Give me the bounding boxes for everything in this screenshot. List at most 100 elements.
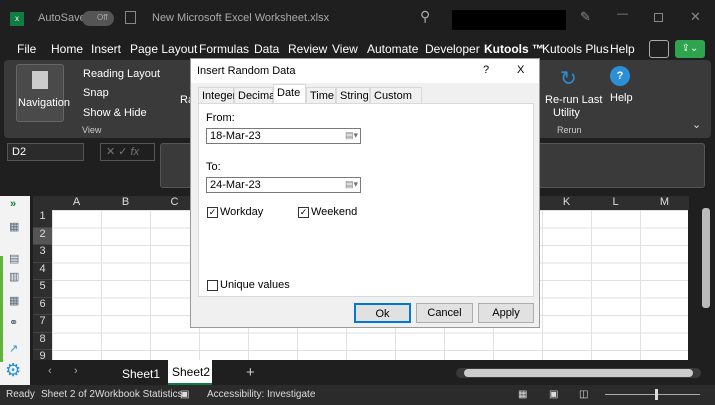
export-icon[interactable]: ↗: [9, 342, 18, 355]
autosave-label: AutoSave: [38, 12, 86, 24]
utility-label[interactable]: Utility: [553, 107, 580, 119]
menu-help[interactable]: Help: [610, 42, 635, 56]
menu-file[interactable]: File: [17, 42, 36, 56]
menu-kutools[interactable]: Kutools ™: [484, 42, 544, 56]
menu-developer[interactable]: Developer: [425, 42, 480, 56]
formula-buttons: ✕ ✓ fx: [100, 143, 155, 161]
column-header[interactable]: M: [640, 196, 689, 210]
menu-formulas[interactable]: Formulas: [199, 42, 249, 56]
vertical-scrollbar[interactable]: [700, 196, 712, 360]
insert-random-data-dialog: Insert Random Data ? X Integer Decimal Dat…: [190, 58, 540, 328]
collapse-ribbon-icon[interactable]: ⌄: [692, 118, 701, 131]
workbook-icon[interactable]: ▤: [9, 252, 19, 265]
from-date-field[interactable]: 18-Mar-23 ▤▾: [206, 128, 361, 144]
kutools-sidebar: » ▦ ▤ ▥ ▦ ⚭ ↗ ⚙: [0, 196, 30, 386]
dialog-tab-integer[interactable]: Integer: [198, 87, 236, 103]
comments-button[interactable]: [649, 40, 669, 58]
from-value: 18-Mar-23: [210, 130, 261, 142]
column-header[interactable]: K: [542, 196, 591, 210]
autosave-toggle[interactable]: Off: [82, 11, 114, 26]
table-icon[interactable]: ▦: [9, 294, 19, 307]
status-sheet: Sheet 2 of 2: [41, 389, 95, 400]
menu-data[interactable]: Data: [254, 42, 279, 56]
reading-layout-button[interactable]: Reading Layout: [83, 68, 160, 80]
menu-review[interactable]: Review: [288, 42, 327, 56]
add-sheet-button[interactable]: +: [246, 364, 255, 381]
minimize-icon[interactable]: —: [617, 8, 628, 20]
column-header[interactable]: A: [52, 196, 101, 210]
weekend-checkbox[interactable]: ✓: [298, 207, 309, 218]
column-header[interactable]: B: [101, 196, 150, 210]
dialog-close-button[interactable]: X: [517, 64, 524, 76]
name-box[interactable]: D2: [7, 143, 84, 161]
rerun-button[interactable]: Re-run Last: [545, 94, 602, 106]
row-header[interactable]: 7: [33, 315, 52, 333]
select-all-corner[interactable]: [33, 196, 52, 210]
find-icon[interactable]: ⚭: [9, 316, 18, 329]
horizontal-scrollbar[interactable]: [456, 368, 701, 378]
dialog-help-button[interactable]: ?: [483, 64, 489, 76]
share-button[interactable]: ⇪⌄: [675, 40, 705, 58]
zoom-slider[interactable]: [605, 389, 700, 400]
dialog-tab-date[interactable]: Date: [273, 84, 306, 104]
search-icon[interactable]: ⚲: [420, 8, 430, 25]
row-header[interactable]: 3: [33, 245, 52, 263]
show-hide-button[interactable]: Show & Hide: [83, 107, 147, 119]
dialog-titlebar: Insert Random Data ? X: [191, 59, 539, 83]
close-window-icon[interactable]: ✕: [690, 9, 701, 25]
print-icon[interactable]: ▥: [9, 270, 19, 283]
row-header[interactable]: 1: [33, 210, 52, 228]
menu-kutools-plus[interactable]: Kutools Plus: [542, 42, 609, 56]
menu-automate[interactable]: Automate: [367, 42, 418, 56]
help-button[interactable]: Help: [610, 92, 633, 104]
workbook-statistics[interactable]: Workbook Statistics: [95, 389, 183, 400]
calendar-icon[interactable]: ▦: [9, 220, 19, 233]
cancel-button[interactable]: Cancel: [416, 303, 473, 323]
sheet-tab-sheet1[interactable]: Sheet1: [122, 367, 160, 381]
dialog-tab-decimal[interactable]: Decimal: [234, 87, 278, 103]
menu-view[interactable]: View: [332, 42, 358, 56]
dialog-tab-custom-list[interactable]: Custom list: [370, 87, 422, 114]
page-break-view-icon[interactable]: ◫: [579, 389, 588, 400]
dialog-tab-time[interactable]: Time: [306, 87, 336, 103]
from-label: From:: [206, 112, 235, 124]
row-header[interactable]: 2: [33, 227, 52, 245]
column-header[interactable]: L: [591, 196, 640, 210]
menu-insert[interactable]: Insert: [91, 42, 121, 56]
row-header[interactable]: 4: [33, 262, 52, 280]
insert-function-icon[interactable]: fx: [131, 146, 140, 158]
to-date-field[interactable]: 24-Mar-23 ▤▾: [206, 177, 361, 193]
save-icon[interactable]: [125, 11, 136, 24]
prev-sheet-icon[interactable]: ‹: [48, 365, 52, 377]
date-picker-icon[interactable]: ▤▾: [345, 179, 358, 190]
sheet-tab-sheet2[interactable]: Sheet2: [168, 360, 212, 385]
menu-home[interactable]: Home: [51, 42, 83, 56]
workday-checkbox[interactable]: ✓: [207, 207, 218, 218]
navigation-button[interactable]: Navigation: [16, 64, 70, 122]
settings-icon[interactable]: ⚙: [5, 360, 21, 381]
dialog-tab-string[interactable]: String: [336, 87, 370, 103]
apply-button[interactable]: Apply: [478, 303, 534, 323]
menu-page-layout[interactable]: Page Layout: [130, 42, 197, 56]
file-name[interactable]: New Microsoft Excel Worksheet.xlsx: [152, 12, 329, 24]
row-header[interactable]: 6: [33, 297, 52, 315]
expand-icon[interactable]: »: [10, 198, 16, 210]
row-header[interactable]: 8: [33, 332, 52, 350]
rerun-group-label: Rerun: [557, 125, 582, 135]
sheet2-label: Sheet2: [172, 365, 211, 379]
row-header[interactable]: 5: [33, 280, 52, 298]
sidebar-accent: [0, 256, 3, 362]
unique-values-checkbox[interactable]: [207, 280, 218, 291]
normal-view-icon[interactable]: ▦: [518, 389, 527, 400]
date-tab-panel: From: 18-Mar-23 ▤▾ To: 24-Mar-23 ▤▾ ✓ Work…: [198, 103, 534, 297]
accessibility-status[interactable]: Accessibility: Investigate: [207, 389, 315, 400]
ok-button[interactable]: Ok: [354, 303, 411, 323]
macro-icon[interactable]: ▣: [180, 389, 189, 400]
next-sheet-icon[interactable]: ›: [74, 365, 78, 377]
pen-icon[interactable]: ✎: [580, 9, 591, 25]
page-layout-view-icon[interactable]: ▣: [549, 389, 558, 400]
date-picker-icon[interactable]: ▤▾: [345, 130, 358, 141]
help-icon: ?: [610, 66, 630, 86]
maximize-icon[interactable]: [654, 13, 663, 22]
snap-button[interactable]: Snap: [83, 87, 109, 99]
